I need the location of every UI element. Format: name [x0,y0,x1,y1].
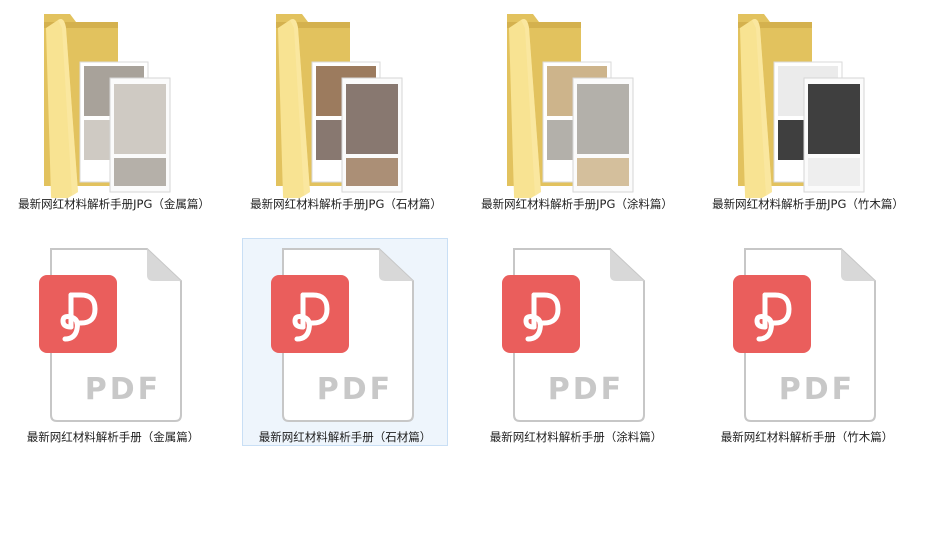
pdf-file-item[interactable]: PDF 最新网红材料解析手册（涂料篇） [473,238,679,446]
pdf-file-item[interactable]: PDF 最新网红材料解析手册（金属篇） [10,238,216,446]
folder-stone-photos-icon [244,6,448,198]
pdf-file-item[interactable]: PDF 最新网红材料解析手册（竹木篇） [704,238,910,446]
pdf-type-label: PDF [85,372,161,407]
folder-item[interactable]: 最新网红材料解析手册JPG（竹木篇） [705,5,911,213]
folder-bamboo-wood-photos-icon [706,6,910,198]
pdf-file-item[interactable]: PDF 最新网红材料解析手册（石材篇） [242,238,448,446]
pdf-file-icon: PDF [243,239,447,429]
folder-name: 最新网红材料解析手册JPG（金属篇） [18,197,210,211]
folder-metal-photos-icon [12,6,216,198]
folder-item[interactable]: 最新网红材料解析手册JPG（金属篇） [11,5,217,213]
pdf-type-label: PDF [548,372,624,407]
folder-name: 最新网红材料解析手册JPG（竹木篇） [712,197,904,211]
folder-name: 最新网红材料解析手册JPG（涂料篇） [481,197,673,211]
pdf-type-label: PDF [779,372,855,407]
pdf-file-icon: PDF [474,239,678,429]
file-name: 最新网红材料解析手册（金属篇） [26,430,200,444]
file-name: 最新网红材料解析手册（竹木篇） [720,430,894,444]
pdf-type-label: PDF [317,372,393,407]
file-name: 最新网红材料解析手册（石材篇） [258,430,432,444]
file-name: 最新网红材料解析手册（涂料篇） [489,430,663,444]
pdf-file-icon: PDF [705,239,909,429]
folder-item[interactable]: 最新网红材料解析手册JPG（石材篇） [243,5,449,213]
folder-name: 最新网红材料解析手册JPG（石材篇） [250,197,442,211]
folder-paint-photos-icon [475,6,679,198]
pdf-file-icon: PDF [11,239,215,429]
folder-item[interactable]: 最新网红材料解析手册JPG（涂料篇） [474,5,680,213]
